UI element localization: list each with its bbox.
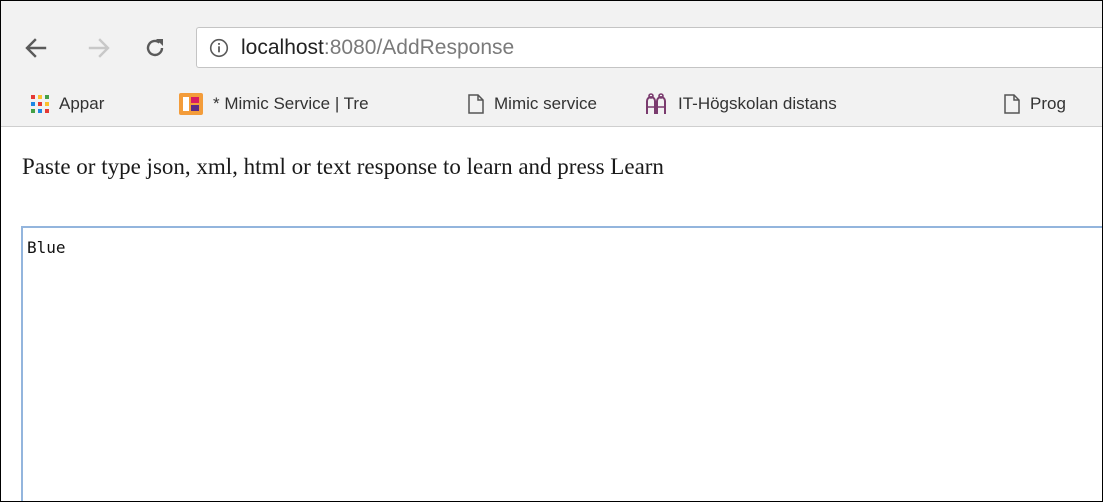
bookmark-label: Appar: [59, 93, 105, 113]
url-host: localhost: [241, 36, 324, 59]
instructions-text: Paste or type json, xml, html or text re…: [22, 154, 664, 179]
bookmark-label: Mimic service: [494, 93, 597, 113]
page-content: Paste or type json, xml, html or text re…: [1, 127, 1102, 501]
ithogskolan-favicon: [646, 92, 666, 114]
page-icon: [1004, 93, 1020, 114]
bookmark-mimic-service-tre[interactable]: * Mimic Service | Tre: [179, 81, 383, 126]
bookmark-label: Prog: [1030, 93, 1066, 113]
reload-button[interactable]: [140, 33, 170, 63]
url-text[interactable]: localhost:8080/AddResponse: [241, 28, 514, 67]
info-icon[interactable]: [209, 38, 229, 58]
bookmark-mimic-service[interactable]: Mimic service: [468, 81, 597, 126]
page-icon: [468, 93, 484, 114]
forward-button[interactable]: [84, 33, 114, 63]
bookmark-label: * Mimic Service | Tre: [213, 93, 369, 113]
address-bar[interactable]: localhost:8080/AddResponse: [196, 27, 1102, 68]
bookmark-it-hogskolan[interactable]: IT-Högskolan distans: [644, 81, 864, 126]
mimic-service-favicon: [179, 92, 203, 115]
browser-toolbar: localhost:8080/AddResponse: [1, 1, 1102, 81]
browser-window: localhost:8080/AddResponse Appar * Mimic…: [0, 0, 1103, 502]
reload-icon: [146, 39, 164, 57]
back-arrow-icon: [25, 38, 47, 58]
back-button[interactable]: [21, 33, 51, 63]
forward-arrow-icon: [88, 38, 110, 58]
response-textarea[interactable]: Blue: [21, 226, 1102, 501]
apps-grid-icon: [31, 94, 49, 113]
bookmark-apps[interactable]: Appar: [31, 81, 104, 126]
bookmark-prog[interactable]: Prog: [1004, 81, 1066, 126]
bookmark-label: IT-Högskolan distans: [678, 93, 837, 113]
url-path: :8080/AddResponse: [323, 36, 515, 59]
bookmarks-bar: Appar * Mimic Service | Tre Mimic servic…: [1, 81, 1102, 127]
